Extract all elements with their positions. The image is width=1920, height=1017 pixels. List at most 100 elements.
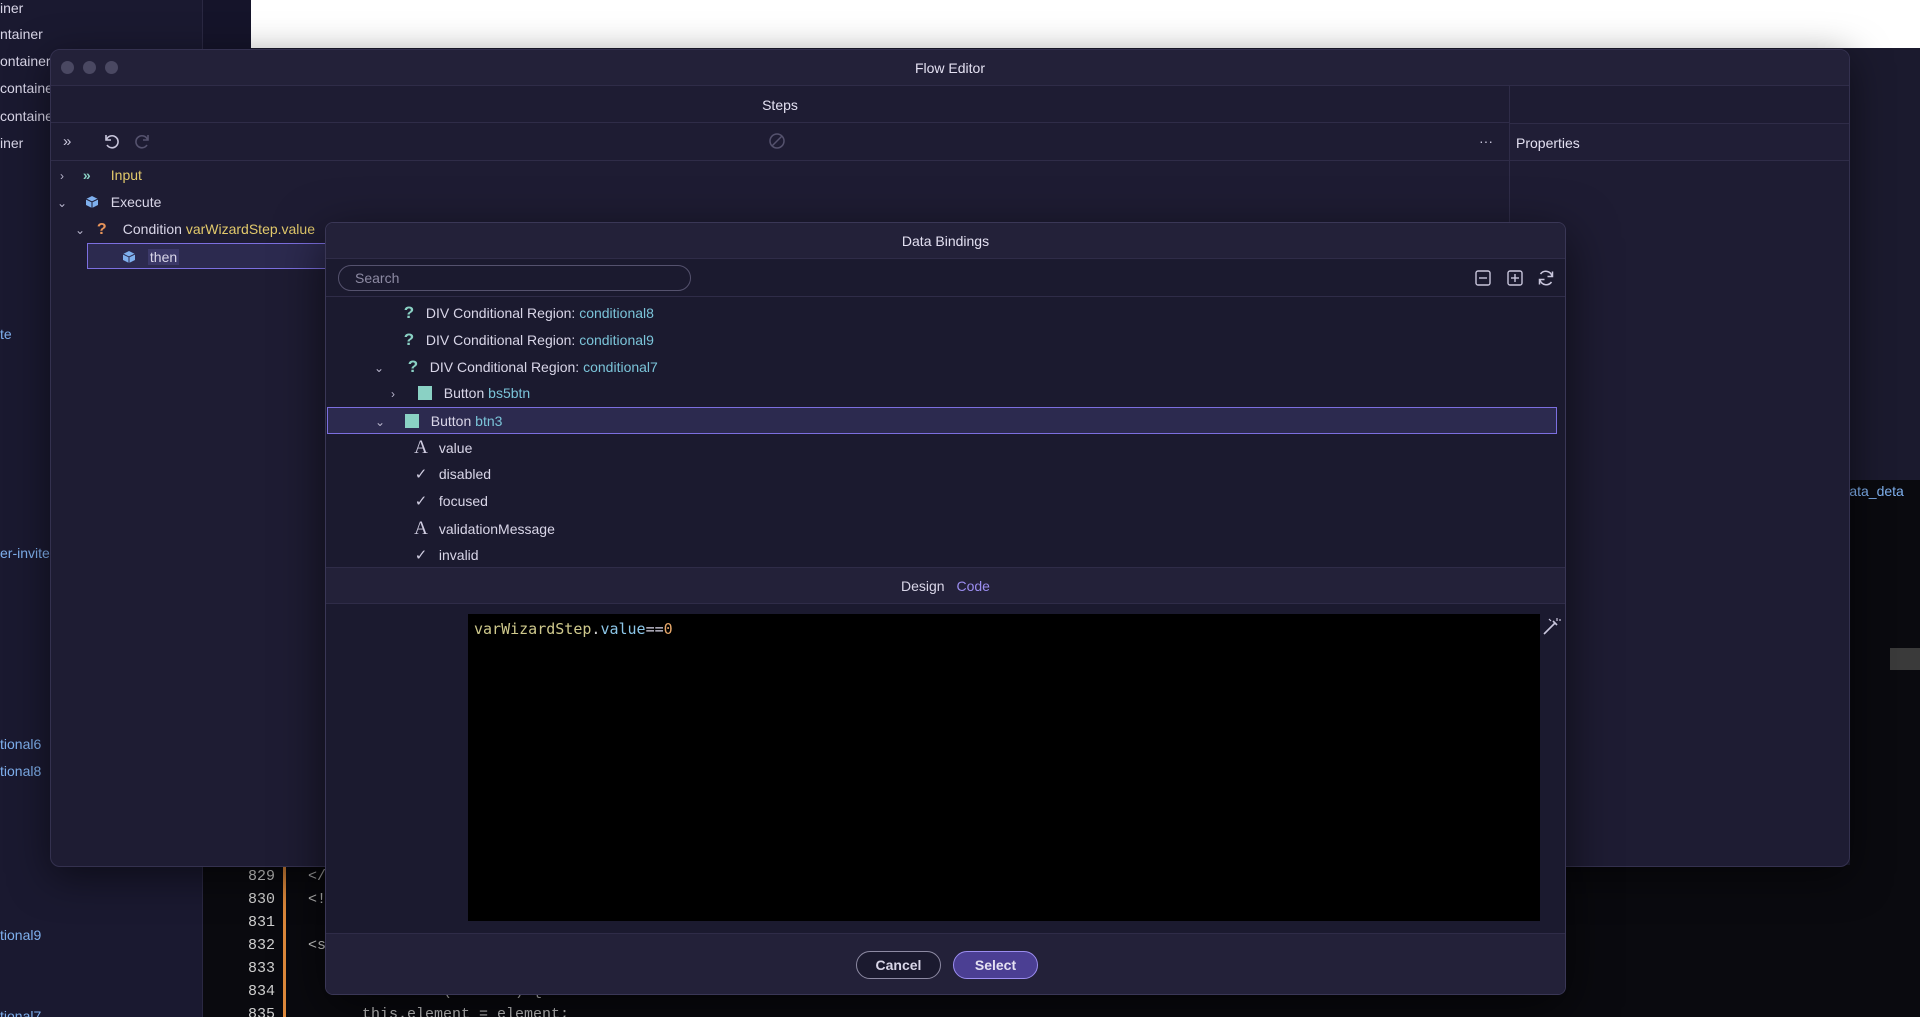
tree-item-label: DIV Conditional Region: [429, 359, 580, 375]
magic-wand-icon[interactable] [1540, 616, 1562, 641]
background-tree-item[interactable]: tional9 [0, 927, 41, 943]
background-tree-item[interactable]: tional7 [0, 1008, 41, 1017]
expression-variable: varWizardStep [474, 620, 592, 638]
dialog-footer: Cancel Select [326, 933, 1565, 994]
question-icon: ? [407, 357, 419, 376]
boolean-type-icon: ✓ [414, 493, 428, 510]
background-tree-item[interactable]: er-invite [0, 545, 50, 561]
chevron-down-icon[interactable]: ⌄ [73, 217, 87, 243]
background-tree-item[interactable]: container [0, 80, 58, 96]
question-icon: ? [403, 330, 415, 349]
tree-item-label: Button [443, 385, 485, 401]
text-type-icon: A [414, 437, 428, 458]
step-item-input[interactable]: › » Input [55, 162, 142, 188]
chevron-down-icon[interactable]: ⌄ [370, 355, 388, 382]
undo-icon[interactable] [101, 131, 121, 154]
tree-item-invalid[interactable]: ✓ invalid [326, 542, 1565, 567]
button-component-icon [404, 414, 419, 428]
tree-item-label: disabled [438, 466, 492, 482]
search-input[interactable] [338, 265, 691, 291]
step-label: Condition [122, 221, 182, 237]
expression-number: 0 [663, 620, 673, 638]
code-line: </ [308, 868, 327, 885]
question-icon: ? [403, 303, 415, 322]
bindings-tree: ? DIV Conditional Region: conditional8 ?… [326, 297, 1565, 567]
steps-toolbar: » ··· [51, 123, 1509, 161]
tree-item-id: conditional9 [579, 332, 654, 348]
tree-item-label: DIV Conditional Region: [425, 305, 576, 321]
chevron-down-icon[interactable]: ⌄ [55, 190, 69, 216]
button-component-icon [417, 386, 432, 400]
background-tree-item[interactable]: ontainer [0, 53, 51, 69]
line-number: 829 [247, 868, 275, 885]
background-tree-item[interactable]: ntainer [0, 26, 43, 42]
line-highlight [1890, 648, 1920, 670]
expand-all-icon[interactable] [1506, 269, 1524, 290]
window-title: Flow Editor [914, 60, 986, 76]
mode-design-tab[interactable]: Design [901, 578, 945, 594]
tree-item-label: DIV Conditional Region: [425, 332, 576, 348]
background-tree-item[interactable]: container [0, 108, 58, 124]
step-label: Input [110, 167, 142, 183]
tree-item-disabled[interactable]: ✓ disabled [326, 461, 1565, 488]
expression-property: value [600, 620, 646, 638]
code-editor[interactable]: varWizardStep.value==0 [468, 614, 1540, 921]
tree-item-conditional8[interactable]: ? DIV Conditional Region: conditional8 [326, 299, 1565, 326]
data-bindings-dialog: Data Bindings ? DIV Conditional Region: … [325, 222, 1566, 995]
chevron-down-icon[interactable]: ⌄ [371, 409, 389, 436]
condition-expression: varWizardStep.value [185, 221, 315, 237]
background-tree-item[interactable]: tional8 [0, 763, 41, 779]
collapse-all-icon[interactable] [1474, 269, 1492, 290]
refresh-icon[interactable] [1536, 268, 1556, 291]
question-icon: ? [96, 221, 107, 238]
properties-header: Properties [1510, 123, 1849, 161]
background-tree-item[interactable]: te [0, 326, 12, 342]
line-number: 831 [247, 914, 275, 931]
tree-item-btn3[interactable]: ⌄ Button btn3 [327, 407, 1557, 434]
tree-item-label: Button [430, 413, 472, 429]
tree-item-id: bs5btn [488, 385, 531, 401]
disable-icon[interactable] [768, 132, 786, 153]
flow-editor-titlebar[interactable]: Flow Editor [51, 50, 1849, 86]
tree-item-label: invalid [438, 547, 479, 563]
tree-item-conditional9[interactable]: ? DIV Conditional Region: conditional9 [326, 326, 1565, 353]
tree-item-id: conditional8 [579, 305, 654, 321]
dialog-title: Data Bindings [901, 233, 990, 249]
background-tree-item[interactable]: tional6 [0, 736, 41, 752]
line-number: 834 [247, 983, 275, 1000]
select-button[interactable]: Select [953, 951, 1038, 979]
tree-item-conditional7[interactable]: ⌄ ? DIV Conditional Region: conditional7 [326, 353, 1565, 380]
cube-icon [85, 189, 101, 215]
step-item-condition[interactable]: ⌄ ? Condition varWizardStep.value [73, 216, 315, 242]
tree-item-validationmessage[interactable]: A validationMessage [326, 515, 1565, 542]
redo-icon[interactable] [133, 131, 153, 154]
cube-icon [122, 244, 138, 270]
step-item-then[interactable]: then [87, 243, 327, 269]
background-tree-item[interactable]: iner [0, 135, 23, 151]
cancel-button[interactable]: Cancel [856, 951, 941, 979]
line-number: 833 [247, 960, 275, 977]
input-icon: » [82, 167, 91, 183]
text-type-icon: A [414, 518, 428, 539]
chevron-right-icon[interactable]: › [55, 163, 69, 189]
tree-item-bs5btn[interactable]: › Button bs5btn [326, 380, 1565, 407]
tree-item-label: value [438, 440, 473, 456]
dialog-titlebar[interactable]: Data Bindings [326, 223, 1565, 259]
background-canvas [251, 0, 1920, 48]
line-number: 835 [247, 1006, 275, 1017]
background-tree-item[interactable]: iner [0, 0, 23, 16]
line-number: 832 [247, 937, 275, 954]
properties-title: Properties [1516, 135, 1580, 151]
code-line: this.element = element; [308, 1006, 570, 1017]
mode-code-tab[interactable]: Code [957, 578, 990, 594]
line-number: 830 [247, 891, 275, 908]
more-options-icon[interactable]: ··· [1479, 132, 1493, 150]
step-item-execute[interactable]: ⌄ Execute [55, 189, 161, 215]
expression-operator: == [645, 620, 664, 638]
expand-all-icon[interactable]: » [63, 133, 71, 151]
tree-item-value[interactable]: A value [326, 434, 1565, 461]
step-label: then [147, 249, 180, 265]
steps-header: Steps [51, 86, 1509, 123]
tree-item-focused[interactable]: ✓ focused [326, 488, 1565, 515]
chevron-right-icon[interactable]: › [384, 381, 402, 408]
